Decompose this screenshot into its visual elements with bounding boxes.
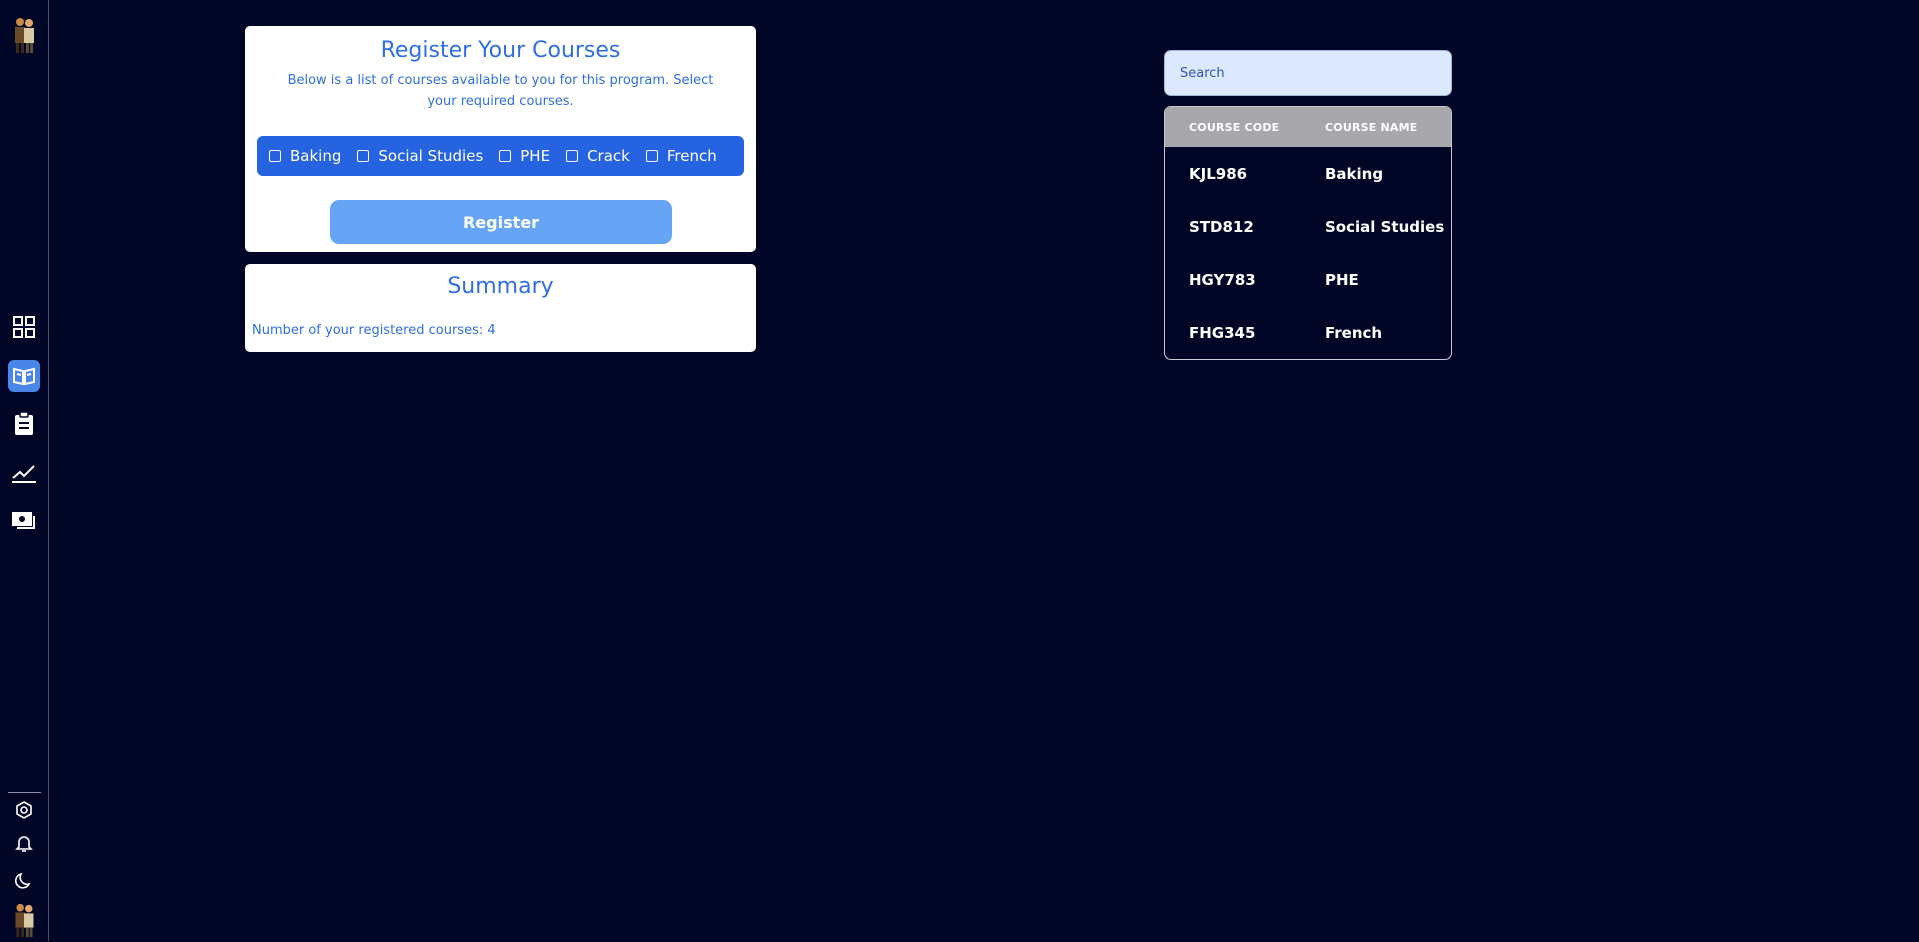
course-code-cell: FHG345 [1189, 324, 1256, 342]
course-option-social-studies[interactable]: Social Studies [357, 147, 483, 165]
moon-icon[interactable] [11, 868, 37, 894]
course-name-cell: Social Studies [1325, 218, 1445, 236]
checkbox[interactable] [357, 150, 370, 162]
clipboard-icon[interactable] [11, 411, 37, 437]
register-courses-card: Register Your Courses Below is a list of… [245, 26, 756, 252]
course-option-crack[interactable]: Crack [566, 147, 630, 165]
course-code-cell: KJL986 [1189, 165, 1248, 183]
course-option-french[interactable]: French [645, 147, 717, 165]
column-header-name[interactable]: COURSE NAME [1325, 121, 1417, 134]
course-name-cell: PHE [1325, 271, 1359, 289]
course-option-baking[interactable]: Baking [269, 147, 341, 165]
summary-title: Summary [447, 274, 554, 299]
course-option-label: French [666, 147, 717, 165]
course-name-cell: Baking [1325, 165, 1384, 183]
table-row[interactable]: HGY783 PHE [1165, 253, 1451, 306]
registered-count-text: Number of your registered courses: 4 [252, 323, 496, 338]
course-option-phe[interactable]: PHE [499, 147, 550, 165]
courses-icon[interactable] [8, 360, 40, 392]
course-option-label: Social Studies [378, 147, 484, 165]
table-row[interactable]: KJL986 Baking [1165, 147, 1451, 200]
logo-avatar[interactable] [12, 16, 36, 54]
checkbox[interactable] [499, 150, 512, 162]
column-header-code[interactable]: COURSE CODE [1189, 121, 1279, 134]
course-name-cell: French [1325, 324, 1383, 342]
checkbox[interactable] [269, 150, 281, 162]
table-row[interactable]: FHG345 French [1165, 306, 1451, 359]
sidebar [0, 0, 49, 941]
payments-icon[interactable] [11, 508, 37, 534]
sidebar-divider [8, 792, 41, 793]
bell-icon[interactable] [11, 830, 37, 856]
user-avatar[interactable] [12, 902, 36, 938]
summary-card: Summary Number of your registered course… [245, 264, 756, 352]
register-subtitle: Below is a list of courses available to … [287, 73, 714, 109]
checkbox[interactable] [645, 150, 658, 162]
course-option-label: Crack [587, 147, 630, 165]
course-code-cell: STD812 [1189, 218, 1254, 236]
dashboard-icon[interactable] [11, 314, 37, 340]
course-option-label: Baking [290, 147, 342, 165]
register-button[interactable]: Register [330, 200, 672, 244]
settings-icon[interactable] [11, 797, 37, 823]
chart-icon[interactable] [11, 460, 37, 486]
table-row[interactable]: STD812 Social Studies [1165, 200, 1451, 253]
register-title: Register Your Courses [380, 38, 621, 63]
checkbox[interactable] [566, 150, 579, 162]
course-code-cell: HGY783 [1189, 271, 1256, 289]
course-option-label: PHE [520, 147, 551, 165]
courses-table: COURSE CODE COURSE NAME KJL986 Baking ST… [1164, 106, 1452, 360]
course-checkbox-bar: Baking Social Studies PHE Crack French [257, 136, 744, 176]
table-header: COURSE CODE COURSE NAME [1165, 107, 1451, 147]
search-input[interactable] [1164, 50, 1452, 96]
